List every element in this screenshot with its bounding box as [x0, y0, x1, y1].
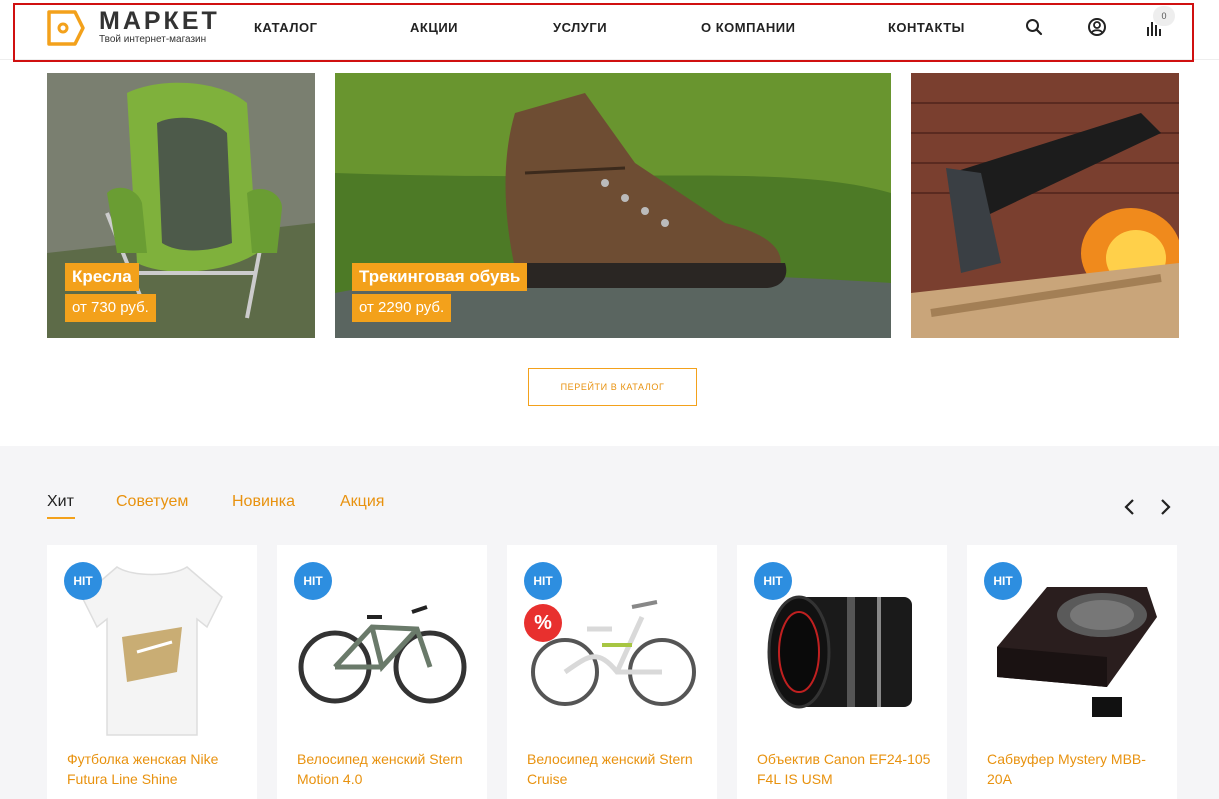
- tab-hit[interactable]: Хит: [47, 493, 74, 511]
- nav-promotions[interactable]: АКЦИИ: [410, 20, 458, 35]
- nav-about[interactable]: О КОМПАНИИ: [701, 20, 795, 35]
- user-icon[interactable]: [1087, 17, 1107, 37]
- logo[interactable]: МАРКЕТ Твой интернет-магазин: [47, 9, 220, 46]
- product-card[interactable]: HIT Сабвуфер Mystery MBB-20A: [967, 545, 1177, 799]
- banner-trekking-shoes[interactable]: Трекинговая обувь от 2290 руб.: [335, 73, 891, 338]
- axe-image: [911, 73, 1179, 338]
- sale-badge: %: [524, 604, 562, 642]
- product-card[interactable]: HIT Объектив Canon EF24-105 F4L IS USM: [737, 545, 947, 799]
- hit-badge: HIT: [64, 562, 102, 600]
- tab-new[interactable]: Новинка: [232, 493, 295, 511]
- product-name[interactable]: Объектив Canon EF24-105 F4L IS USM: [757, 749, 937, 789]
- product-name[interactable]: Велосипед женский Stern Cruise: [527, 749, 707, 789]
- banner-trekking-title: Трекинговая обувь: [352, 263, 528, 291]
- hit-badge: HIT: [984, 562, 1022, 600]
- banner-chairs[interactable]: Кресла от 730 руб.: [47, 73, 315, 338]
- logo-title: МАРКЕТ: [99, 7, 220, 35]
- product-card[interactable]: HIT % Велосипед женский Stern Cruise: [507, 545, 717, 799]
- tab-sale[interactable]: Акция: [340, 493, 384, 511]
- product-card[interactable]: HIT Велосипед женский Stern Motion 4.0: [277, 545, 487, 799]
- site-header: МАРКЕТ Твой интернет-магазин КАТАЛОГ АКЦ…: [0, 0, 1219, 60]
- chevron-right-icon[interactable]: [1157, 498, 1173, 516]
- banner-chairs-title: Кресла: [65, 263, 139, 291]
- nav-services[interactable]: УСЛУГИ: [553, 20, 607, 35]
- nav-catalog[interactable]: КАТАЛОГ: [254, 20, 317, 35]
- tab-recommended[interactable]: Советуем: [116, 493, 188, 511]
- banner-chairs-price: от 730 руб.: [65, 294, 156, 322]
- banner-axe[interactable]: [911, 73, 1179, 338]
- product-name[interactable]: Велосипед женский Stern Motion 4.0: [297, 749, 477, 789]
- go-to-catalog-button[interactable]: ПЕРЕЙТИ В КАТАЛОГ: [528, 368, 697, 406]
- hit-badge: HIT: [524, 562, 562, 600]
- logo-icon: [47, 9, 85, 46]
- compare-count-badge: 0: [1153, 6, 1175, 26]
- hit-badge: HIT: [754, 562, 792, 600]
- logo-subtitle: Твой интернет-магазин: [99, 34, 207, 45]
- search-icon[interactable]: [1024, 17, 1044, 37]
- nav-contacts[interactable]: КОНТАКТЫ: [888, 20, 965, 35]
- product-name[interactable]: Футболка женская Nike Futura Line Shine: [67, 749, 247, 789]
- chevron-left-icon[interactable]: [1122, 498, 1138, 516]
- active-tab-underline: [47, 517, 75, 519]
- hit-badge: HIT: [294, 562, 332, 600]
- product-name[interactable]: Сабвуфер Mystery MBB-20A: [987, 749, 1167, 789]
- banner-trekking-price: от 2290 руб.: [352, 294, 452, 322]
- product-card[interactable]: HIT Футболка женская Nike Futura Line Sh…: [47, 545, 257, 799]
